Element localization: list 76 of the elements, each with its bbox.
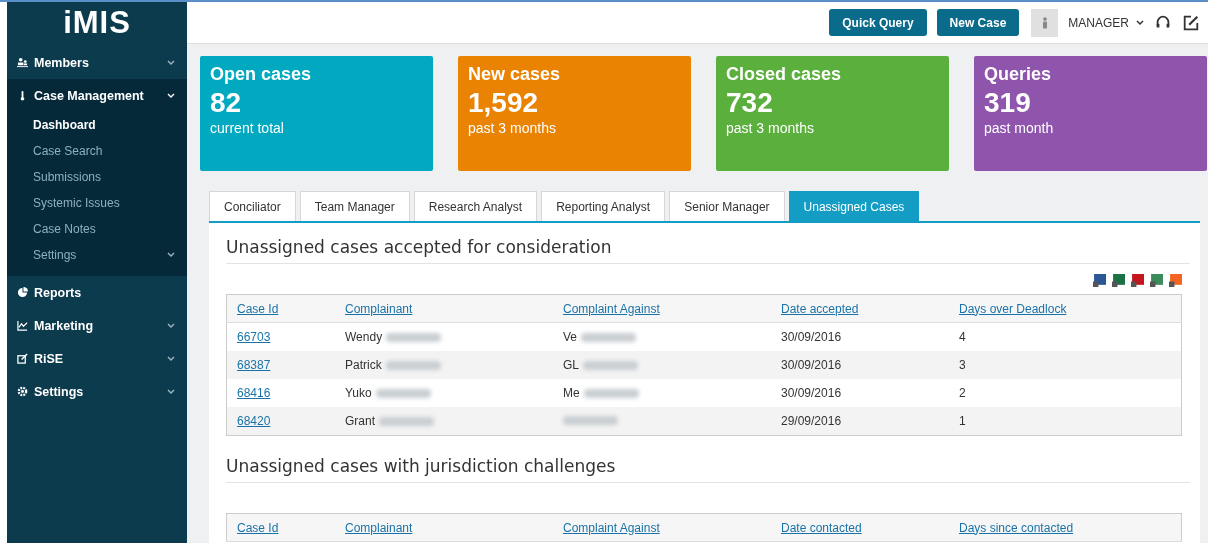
toolbar-button[interactable]: Quick Query <box>829 9 927 36</box>
table-cell: Patrick <box>345 358 382 372</box>
card-caption: past 3 months <box>726 120 815 136</box>
table-cell: GL <box>563 358 579 372</box>
tab[interactable]: Research Analyst <box>413 191 538 221</box>
table-cell: Wendy <box>345 330 383 344</box>
edit-icon[interactable] <box>1182 13 1200 32</box>
section-title: Unassigned cases with jurisdiction challenges <box>226 456 1190 483</box>
edit-icon <box>17 353 28 364</box>
redacted-text <box>581 332 636 342</box>
card-value: 82 <box>210 87 243 119</box>
line-chart-icon <box>17 320 28 331</box>
table-cell: Yuko <box>345 386 372 400</box>
card-title: Queries <box>984 64 1053 85</box>
table-cell: 30/09/2016 <box>781 330 842 344</box>
sidebar-item[interactable]: RiSE <box>7 342 187 375</box>
sidebar-item[interactable]: Members <box>7 46 187 79</box>
sidebar-item[interactable]: Settings <box>7 375 187 408</box>
table-cell: 3 <box>959 358 966 372</box>
redacted-text <box>379 416 434 426</box>
tab[interactable]: Unassigned Cases <box>788 191 920 221</box>
table-cell: 29/09/2016 <box>781 414 842 428</box>
card-title: Closed cases <box>726 64 843 85</box>
redacted-text <box>385 360 441 370</box>
table-cell: 4 <box>959 330 966 344</box>
sidebar-item[interactable]: Marketing <box>7 309 187 342</box>
tab[interactable]: Team Manager <box>299 191 410 221</box>
user-menu[interactable]: MANAGER <box>1068 15 1144 30</box>
section-title: Unassigned cases accepted for consideration <box>226 237 1190 264</box>
case-number-link[interactable]: 68387 <box>237 358 271 372</box>
tab[interactable]: Conciliator <box>209 191 296 221</box>
column-header-link[interactable]: Complainant <box>345 301 413 316</box>
redacted-text <box>375 388 431 398</box>
card-caption: past 3 months <box>468 120 557 136</box>
pie-chart-icon <box>17 287 28 298</box>
sidebar-subitem[interactable]: Settings <box>7 242 187 268</box>
sidebar-subitem[interactable]: Case Notes <box>7 216 187 242</box>
redacted-text <box>583 388 639 398</box>
redacted-text <box>386 332 442 342</box>
redacted-text <box>583 360 638 370</box>
settings-icon <box>17 386 28 397</box>
card-caption: current total <box>210 120 285 136</box>
card-caption: past month <box>984 120 1055 136</box>
table-cell: Grant <box>345 414 375 428</box>
sidebar-item[interactable]: Reports <box>7 276 187 309</box>
table-cell: 1 <box>959 414 966 428</box>
chevron-icon <box>1136 19 1144 26</box>
tab[interactable]: Reporting Analyst <box>541 191 666 221</box>
column-header-link[interactable]: Complainant <box>345 520 413 535</box>
table-cell: 30/09/2016 <box>781 358 842 372</box>
card-value: 732 <box>726 87 774 119</box>
sidebar-subitem[interactable]: Submissions <box>7 164 187 190</box>
table-cell: 30/09/2016 <box>781 386 842 400</box>
card-title: Open cases <box>210 64 313 85</box>
case-number-link[interactable]: 68420 <box>237 414 271 428</box>
card-value: 319 <box>984 87 1032 119</box>
logo: iMIS <box>62 4 132 40</box>
people-icon <box>17 57 28 68</box>
redacted-text <box>563 416 618 425</box>
column-header-link[interactable]: Case Id <box>237 301 279 316</box>
card-title: New cases <box>468 64 562 85</box>
sidebar-subitem[interactable]: Dashboard <box>7 112 187 138</box>
case-number-link[interactable]: 68416 <box>237 386 271 400</box>
sidebar-subitem[interactable]: Case Search <box>7 138 187 164</box>
tab[interactable]: Senior Manager <box>669 191 785 221</box>
sidebar-item[interactable]: Case Management <box>7 79 187 112</box>
table-cell: Me <box>563 386 580 400</box>
sidebar-subitem[interactable]: Systemic Issues <box>7 190 187 216</box>
case-number-link[interactable]: 66703 <box>237 330 271 344</box>
table-cell: 2 <box>959 386 966 400</box>
toolbar-button[interactable]: New Case <box>936 9 1020 36</box>
avatar[interactable] <box>1031 8 1059 37</box>
column-header-link[interactable]: Case Id <box>237 520 279 535</box>
stat-card[interactable]: Queries 319 past month <box>974 56 1207 171</box>
card-value: 1,592 <box>468 87 540 119</box>
table-cell: Ve <box>563 330 577 344</box>
